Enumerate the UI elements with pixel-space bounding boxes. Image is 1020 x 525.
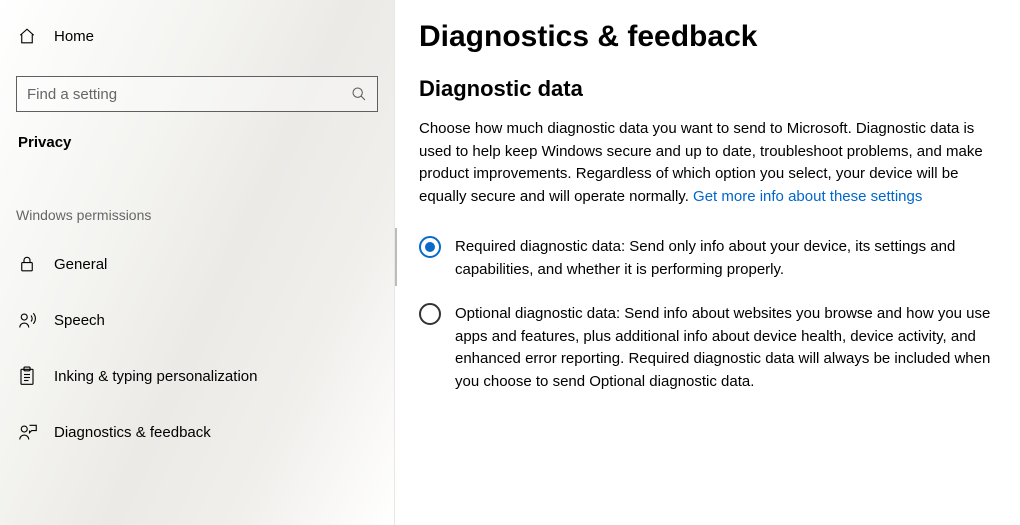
option-label: Required diagnostic data: Send only info… <box>455 236 1004 281</box>
scrollbar-thumb[interactable] <box>395 228 397 286</box>
option-label: Optional diagnostic data: Send info abou… <box>455 303 1004 393</box>
sidebar: Home Find a setting Privacy Windows perm… <box>0 0 395 525</box>
nav-home-label: Home <box>54 28 94 45</box>
section-title: Diagnostic data <box>419 76 1004 102</box>
category-title: Privacy <box>0 112 394 151</box>
feedback-icon <box>18 423 40 441</box>
speech-icon <box>18 311 40 329</box>
sidebar-item-inking[interactable]: Inking & typing personalization <box>0 353 394 399</box>
search-input[interactable]: Find a setting <box>16 76 378 112</box>
sidebar-item-diagnostics[interactable]: Diagnostics & feedback <box>0 409 394 455</box>
sidebar-item-label: General <box>54 256 107 273</box>
subheader-windows-permissions: Windows permissions <box>0 151 394 231</box>
sidebar-item-speech[interactable]: Speech <box>0 297 394 343</box>
page-title: Diagnostics & feedback <box>419 20 1004 54</box>
clipboard-icon <box>18 366 40 386</box>
sidebar-item-general[interactable]: General <box>0 241 394 287</box>
search-icon <box>351 86 367 102</box>
radio-button-icon <box>419 303 441 325</box>
option-required[interactable]: Required diagnostic data: Send only info… <box>419 236 1004 281</box>
sidebar-item-label: Diagnostics & feedback <box>54 424 211 441</box>
search-placeholder: Find a setting <box>27 86 351 103</box>
section-description: Choose how much diagnostic data you want… <box>419 118 1004 208</box>
sidebar-item-label: Speech <box>54 312 105 329</box>
option-optional[interactable]: Optional diagnostic data: Send info abou… <box>419 303 1004 393</box>
diagnostic-options: Required diagnostic data: Send only info… <box>419 236 1004 393</box>
sidebar-item-label: Inking & typing personalization <box>54 368 257 385</box>
more-info-link[interactable]: Get more info about these settings <box>693 188 922 205</box>
lock-icon <box>18 255 40 273</box>
home-icon <box>18 27 38 45</box>
nav-home[interactable]: Home <box>0 0 394 58</box>
content-pane: Diagnostics & feedback Diagnostic data C… <box>395 0 1020 525</box>
radio-button-icon <box>419 236 441 258</box>
